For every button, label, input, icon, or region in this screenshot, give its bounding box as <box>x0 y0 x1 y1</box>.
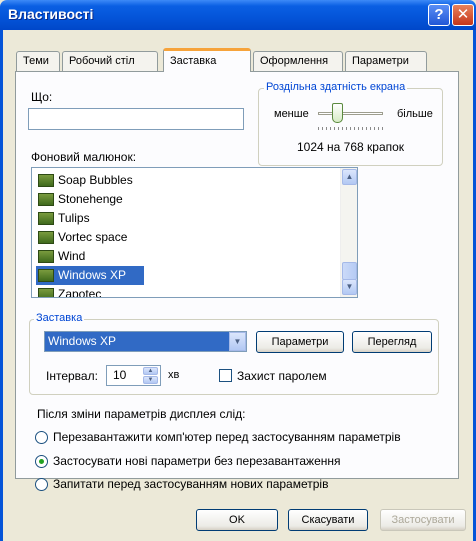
list-item[interactable]: Vortec space <box>36 228 320 247</box>
interval-value: 10 <box>113 368 127 382</box>
resolution-slider-ticks <box>318 127 383 130</box>
image-file-icon <box>38 231 54 244</box>
radio-ask[interactable] <box>35 478 48 491</box>
image-file-icon <box>38 174 54 187</box>
stepper-up-icon[interactable]: ▲ <box>143 367 158 375</box>
radio-restart-label: Перезавантажити комп'ютер перед застосув… <box>53 430 401 444</box>
cancel-button[interactable]: Скасувати <box>288 509 368 531</box>
title-bar[interactable]: Властивості ? ✕ <box>0 0 476 30</box>
close-icon[interactable]: ✕ <box>452 4 474 26</box>
image-file-icon <box>38 250 54 263</box>
stepper-down-icon[interactable]: ▼ <box>143 376 158 384</box>
scroll-down-icon[interactable]: ▼ <box>342 279 357 295</box>
help-icon[interactable]: ? <box>428 4 450 26</box>
what-input[interactable] <box>28 108 244 130</box>
image-file-icon <box>38 193 54 206</box>
scroll-thumb[interactable] <box>342 262 357 280</box>
tab-themes[interactable]: Теми <box>16 51 60 71</box>
wallpaper-label: Фоновий малюнок: <box>31 150 137 164</box>
resolution-slider-thumb[interactable] <box>332 103 343 123</box>
list-item[interactable]: Wind <box>36 247 320 266</box>
chevron-down-icon[interactable]: ▼ <box>229 332 246 351</box>
after-change-label: Після зміни параметрів дисплея слід: <box>37 407 246 421</box>
apply-button[interactable]: Застосувати <box>380 509 466 531</box>
ok-button[interactable]: OK <box>196 509 278 531</box>
password-checkbox[interactable] <box>219 369 232 382</box>
wallpaper-scrollbar[interactable]: ▲ ▼ <box>340 168 357 297</box>
radio-restart[interactable] <box>35 431 48 444</box>
radio-selected-dot <box>39 459 44 464</box>
resolution-slider-track[interactable] <box>318 112 383 115</box>
screensaver-select[interactable]: Windows XP ▼ <box>44 331 247 352</box>
radio-ask-label: Запитати перед застосуванням нових парам… <box>53 477 329 491</box>
list-item-selected[interactable]: Windows XP <box>36 266 144 285</box>
password-label: Захист паролем <box>237 369 327 383</box>
screensaver-preview-button[interactable]: Перегляд <box>352 331 432 353</box>
what-label: Що: <box>31 90 53 104</box>
list-item[interactable]: Zapotec <box>36 285 320 297</box>
screensaver-select-value: Windows XP <box>48 334 117 348</box>
scroll-up-icon[interactable]: ▲ <box>342 169 357 185</box>
screensaver-params-button[interactable]: Параметри <box>256 331 344 353</box>
list-item[interactable]: Stonehenge <box>36 190 320 209</box>
resolution-more-label: більше <box>397 108 433 120</box>
window-title: Властивості <box>8 6 94 22</box>
tab-desktop[interactable]: Робочий стіл <box>62 51 158 71</box>
interval-label: Інтервал: <box>46 369 98 383</box>
image-file-icon <box>38 269 54 282</box>
image-file-icon <box>38 288 54 297</box>
image-file-icon <box>38 212 54 225</box>
radio-apply-now-label: Застосувати нові параметри без перезаван… <box>53 454 341 468</box>
tab-settings[interactable]: Параметри <box>345 51 427 71</box>
radio-apply-now[interactable] <box>35 455 48 468</box>
resolution-less-label: менше <box>274 108 309 120</box>
resolution-value: 1024 на 768 крапок <box>297 140 405 154</box>
interval-unit: хв <box>168 369 180 381</box>
tab-appearance[interactable]: Оформлення <box>253 51 343 71</box>
wallpaper-list[interactable]: Soap Bubbles Stonehenge Tulips Vortec sp… <box>31 167 358 298</box>
list-item[interactable]: Tulips <box>36 209 320 228</box>
tab-screensaver[interactable]: Заставка <box>163 48 251 72</box>
interval-stepper[interactable]: 10 ▲ ▼ <box>106 365 161 386</box>
screensaver-legend: Заставка <box>34 312 85 324</box>
list-item[interactable]: Soap Bubbles <box>36 171 320 190</box>
resolution-legend: Роздільна здатність екрана <box>264 81 408 93</box>
